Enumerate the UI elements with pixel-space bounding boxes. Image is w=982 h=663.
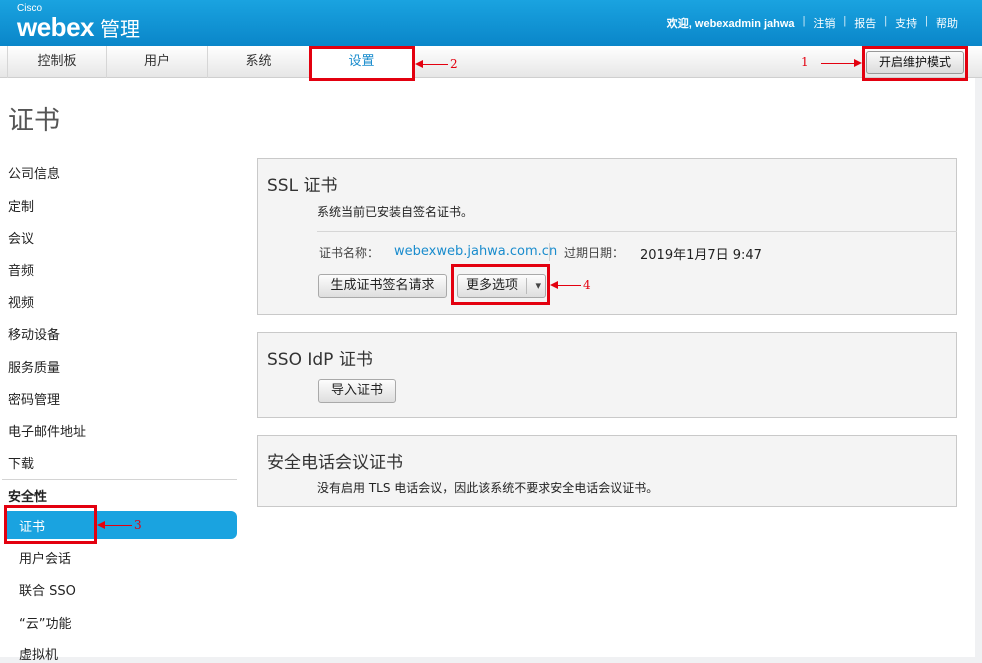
top-header: Cisco webex 管理 欢迎, webexadmin jahwa | 注销 … xyxy=(0,0,982,46)
annotation-arrow-3 xyxy=(104,525,132,526)
divider xyxy=(549,243,550,261)
divider xyxy=(317,231,957,232)
welcome-text: 欢迎, webexadmin jahwa xyxy=(666,18,795,30)
secure-conf-description: 没有启用 TLS 电话会议，因此该系统不要求安全电话会议证书。 xyxy=(317,481,659,495)
sidebar-item-federated-sso[interactable]: 联合 SSO xyxy=(19,580,76,599)
sidebar-item-meetings[interactable]: 会议 xyxy=(8,228,34,247)
secure-conf-panel-title: 安全电话会议证书 xyxy=(267,453,403,473)
sidebar-item-virtual-machines[interactable]: 虚拟机 xyxy=(19,644,58,663)
utility-links: 欢迎, webexadmin jahwa | 注销 | 报告 | 支持 | 帮助 xyxy=(667,15,958,31)
logout-link[interactable]: 注销 xyxy=(805,15,843,31)
sidebar-item-email[interactable]: 电子邮件地址 xyxy=(8,421,86,440)
brand-main: webex xyxy=(17,12,95,42)
expiry-label: 过期日期： xyxy=(564,246,625,260)
sso-panel-title: SSO IdP 证书 xyxy=(267,350,373,370)
sso-idp-certificate-panel: SSO IdP 证书 导入证书 xyxy=(257,332,957,418)
page-edge-bottom xyxy=(0,657,982,663)
sidebar-item-company-info[interactable]: 公司信息 xyxy=(8,163,60,182)
ssl-panel-title: SSL 证书 xyxy=(267,176,338,196)
sidebar-section-security: 安全性 xyxy=(8,490,48,505)
sidebar-item-mobile[interactable]: 移动设备 xyxy=(8,324,60,343)
annotation-box-3 xyxy=(4,505,97,544)
webex-logo: Cisco webex 管理 xyxy=(17,4,140,44)
annotation-box-2 xyxy=(309,46,415,81)
sidebar-item-qos[interactable]: 服务质量 xyxy=(8,357,60,376)
support-link[interactable]: 支持 xyxy=(887,15,925,31)
annotation-arrow-4 xyxy=(557,285,581,286)
sidebar-item-cloud-features[interactable]: “云”功能 xyxy=(19,613,71,632)
annotation-box-4 xyxy=(451,264,550,305)
page-title: 证书 xyxy=(8,106,61,136)
ssl-certificate-panel: SSL 证书 系统当前已安装自签名证书。 证书名称： webexweb.jahw… xyxy=(257,158,957,315)
sidebar-item-video[interactable]: 视频 xyxy=(8,292,34,311)
reports-link[interactable]: 报告 xyxy=(846,15,884,31)
annotation-arrow-2 xyxy=(422,64,448,65)
separator: | xyxy=(925,15,928,27)
separator: | xyxy=(884,15,888,27)
import-certificate-button[interactable]: 导入证书 xyxy=(318,379,396,403)
secure-conferencing-certificate-panel: 安全电话会议证书 没有启用 TLS 电话会议，因此该系统不要求安全电话会议证书。 xyxy=(257,435,957,507)
annotation-label-4: 4 xyxy=(583,278,591,292)
arrow-right-icon xyxy=(854,59,862,67)
tab-users[interactable]: 用户 xyxy=(107,46,208,78)
main-tab-bar: 控制板 用户 系统 设置 xyxy=(0,46,982,78)
annotation-label-3: 3 xyxy=(134,518,142,532)
separator: | xyxy=(802,15,806,27)
generate-csr-button[interactable]: 生成证书签名请求 xyxy=(318,274,447,298)
sidebar-item-audio[interactable]: 音频 xyxy=(8,260,34,279)
brand-suffix: 管理 xyxy=(100,17,140,41)
sidebar-item-password[interactable]: 密码管理 xyxy=(8,389,60,408)
separator: | xyxy=(843,15,847,27)
expiry-value: 2019年1月7日 9:47 xyxy=(640,248,762,263)
sidebar-item-branding[interactable]: 定制 xyxy=(8,196,34,215)
ssl-description: 系统当前已安装自签名证书。 xyxy=(317,205,474,219)
cert-name-label: 证书名称： xyxy=(319,246,380,260)
sidebar-item-downloads[interactable]: 下载 xyxy=(8,453,34,472)
cert-name-value: webexweb.jahwa.com.cn xyxy=(394,244,558,259)
sidebar-divider xyxy=(2,479,237,480)
annotation-label-2: 2 xyxy=(450,57,458,71)
sidebar-item-user-sessions[interactable]: 用户会话 xyxy=(19,548,71,567)
annotation-label-1: 1 xyxy=(801,55,809,69)
annotation-box-1 xyxy=(862,46,968,81)
tab-system[interactable]: 系统 xyxy=(208,46,310,78)
help-link[interactable]: 帮助 xyxy=(928,15,958,31)
annotation-arrow-1 xyxy=(821,63,855,64)
tab-dashboard[interactable]: 控制板 xyxy=(7,46,107,78)
page-edge xyxy=(975,78,982,663)
